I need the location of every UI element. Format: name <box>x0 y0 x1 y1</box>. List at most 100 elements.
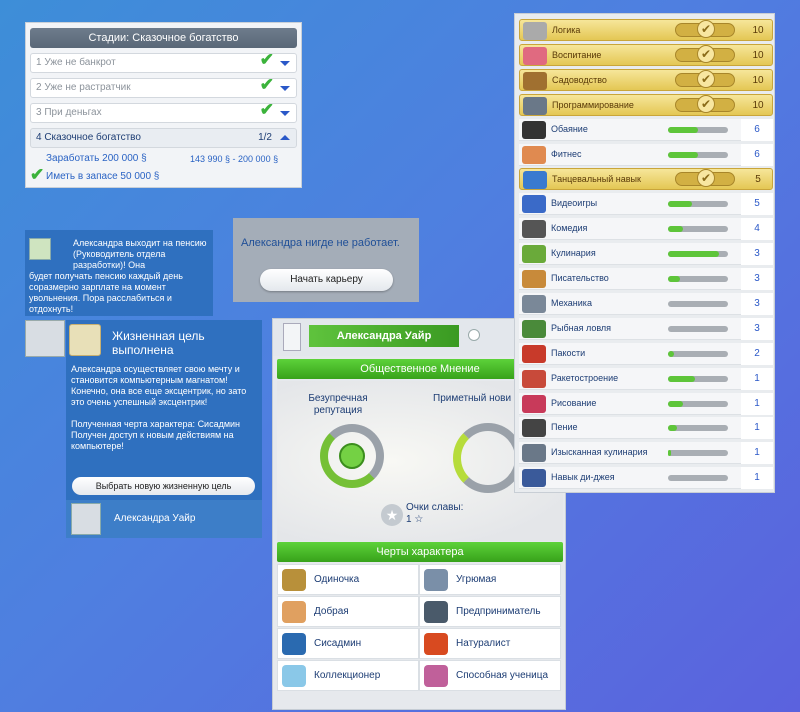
trait-label: Сисадмин <box>314 638 362 649</box>
skill-name: Фитнес <box>551 148 582 159</box>
skill-name: Танцевальный навык <box>552 174 641 185</box>
skill-progress-bar <box>668 425 728 432</box>
trait-item[interactable]: Сисадмин <box>277 628 419 659</box>
chevron-down-icon[interactable] <box>280 61 290 66</box>
skill-row[interactable]: Навык ди-джея 1 <box>519 467 773 490</box>
skill-row[interactable]: Программирование ✔ 10 <box>519 93 773 116</box>
life-goal-text: Александра осуществляет свою мечту и ста… <box>71 364 247 407</box>
skill-icon <box>523 22 547 40</box>
skill-progress-fill <box>668 450 671 457</box>
skill-level: 5 <box>741 193 773 216</box>
skill-icon <box>522 394 546 413</box>
skill-level: 1 <box>741 442 773 465</box>
skill-level: 3 <box>741 268 773 290</box>
skill-progress-bar <box>668 450 728 457</box>
skill-name: Пакости <box>551 347 586 358</box>
skill-level: 2 <box>741 342 773 365</box>
start-career-button[interactable]: Начать карьеру <box>260 269 393 291</box>
skill-row[interactable]: Рисование 1 <box>519 392 773 415</box>
skill-level: 1 <box>741 392 773 415</box>
skill-progress-bar <box>668 350 728 357</box>
chevron-down-icon[interactable] <box>280 111 290 116</box>
stages-header: Стадии: Сказочное богатство <box>30 28 297 48</box>
skill-level: 5 <box>755 174 761 186</box>
stage-row-3[interactable]: 3 При деньгах ✔ <box>30 101 297 123</box>
stage-row-active[interactable]: 4 Сказочное богатство 1/2 <box>30 128 297 148</box>
chevron-down-icon[interactable] <box>280 86 290 91</box>
skill-row[interactable]: Пакости 2 <box>519 342 773 365</box>
trait-label: Способная ученица <box>456 670 549 681</box>
star-icon: ★ <box>381 504 403 526</box>
trait-icon <box>424 601 448 623</box>
skill-row[interactable]: Логика ✔ 10 <box>519 19 773 41</box>
trait-item[interactable]: Угрюмая <box>419 564 561 595</box>
skill-row[interactable]: Рыбная ловля 3 <box>519 317 773 340</box>
skill-icon <box>523 71 547 90</box>
skill-progress-bar <box>668 400 728 407</box>
skill-name: Кулинария <box>551 248 596 259</box>
notification-text-2: будет получать пенсию каждый день соразм… <box>29 271 183 314</box>
trait-icon <box>282 601 306 623</box>
skill-progress-bar <box>668 300 728 307</box>
skill-name: Рыбная ловля <box>551 322 612 333</box>
skill-row[interactable]: Обаяние 6 <box>519 118 773 141</box>
skill-icon <box>523 171 547 190</box>
skill-row[interactable]: Видеоигры 5 <box>519 193 773 216</box>
skill-icon <box>522 444 546 463</box>
skill-level: 10 <box>752 99 764 111</box>
info-icon[interactable] <box>468 329 480 341</box>
skill-icon <box>522 344 546 363</box>
skill-progress-fill <box>668 251 719 258</box>
life-goal-body: Александра осуществляет свою мечту и ста… <box>71 364 261 452</box>
trait-label: Натуралист <box>456 638 511 649</box>
skill-icon <box>522 195 546 214</box>
checkmark-icon: ✔ <box>259 50 274 69</box>
reputation-label: Безупречная репутация <box>308 393 368 416</box>
skill-level: 6 <box>741 143 773 166</box>
chevron-up-icon[interactable] <box>280 135 290 140</box>
trait-label: Добрая <box>314 606 349 617</box>
skill-row[interactable]: Пение 1 <box>519 417 773 440</box>
trait-icon <box>282 665 306 687</box>
circuit-board-icon <box>29 238 51 260</box>
trait-item[interactable]: Натуралист <box>419 628 561 659</box>
sim-silhouette-icon[interactable] <box>283 323 301 351</box>
trait-item[interactable]: Добрая <box>277 596 419 627</box>
skill-row[interactable]: Кулинария 3 <box>519 243 773 266</box>
skill-name: Пение <box>551 422 578 433</box>
avatar[interactable] <box>25 320 65 357</box>
skill-maxed-bar: ✔ <box>675 94 735 113</box>
skill-progress-fill <box>668 151 698 158</box>
skill-progress-bar <box>668 276 728 282</box>
retirement-notification: Александра выходит на пенсию (Руководите… <box>25 230 213 316</box>
skill-row[interactable]: Садоводство ✔ 10 <box>519 68 773 91</box>
checkmark-icon: ✔ <box>697 94 715 113</box>
skill-row[interactable]: Танцевальный навык ✔ 5 <box>519 168 773 191</box>
avatar[interactable] <box>71 503 101 535</box>
trait-item[interactable]: Коллекционер <box>277 660 419 691</box>
fame-label: Приметный нови <box>433 393 512 404</box>
skill-progress-bar <box>668 201 728 208</box>
skill-progress-fill <box>668 276 680 282</box>
skill-progress-fill <box>668 201 692 208</box>
trait-item[interactable]: Предприниматель <box>419 596 561 627</box>
skill-row[interactable]: Фитнес 6 <box>519 143 773 166</box>
skill-row[interactable]: Изысканная кулинария 1 <box>519 442 773 465</box>
skill-progress-fill <box>668 375 695 382</box>
skill-row[interactable]: Комедия 4 <box>519 218 773 241</box>
skill-row[interactable]: Воспитание ✔ 10 <box>519 43 773 66</box>
choose-new-goal-button[interactable]: Выбрать новую жизненную цель <box>72 477 255 495</box>
skill-icon <box>522 369 546 388</box>
skill-name: Изысканная кулинария <box>551 447 648 458</box>
traits-header[interactable]: Черты характера <box>277 542 563 562</box>
skill-row[interactable]: Механика 3 <box>519 292 773 315</box>
skill-row[interactable]: Ракетостроение 1 <box>519 367 773 390</box>
stage-row-2[interactable]: 2 Уже не растратчик ✔ <box>30 76 297 98</box>
skill-row[interactable]: Писательство 3 <box>519 268 773 290</box>
stage-row-1[interactable]: 1 Уже не банкрот ✔ <box>30 50 297 73</box>
skill-maxed-bar: ✔ <box>675 20 735 38</box>
trait-item[interactable]: Одиночка <box>277 564 419 595</box>
skill-maxed-bar: ✔ <box>675 169 735 188</box>
skill-icon <box>522 419 546 438</box>
trait-item[interactable]: Способная ученица <box>419 660 561 691</box>
